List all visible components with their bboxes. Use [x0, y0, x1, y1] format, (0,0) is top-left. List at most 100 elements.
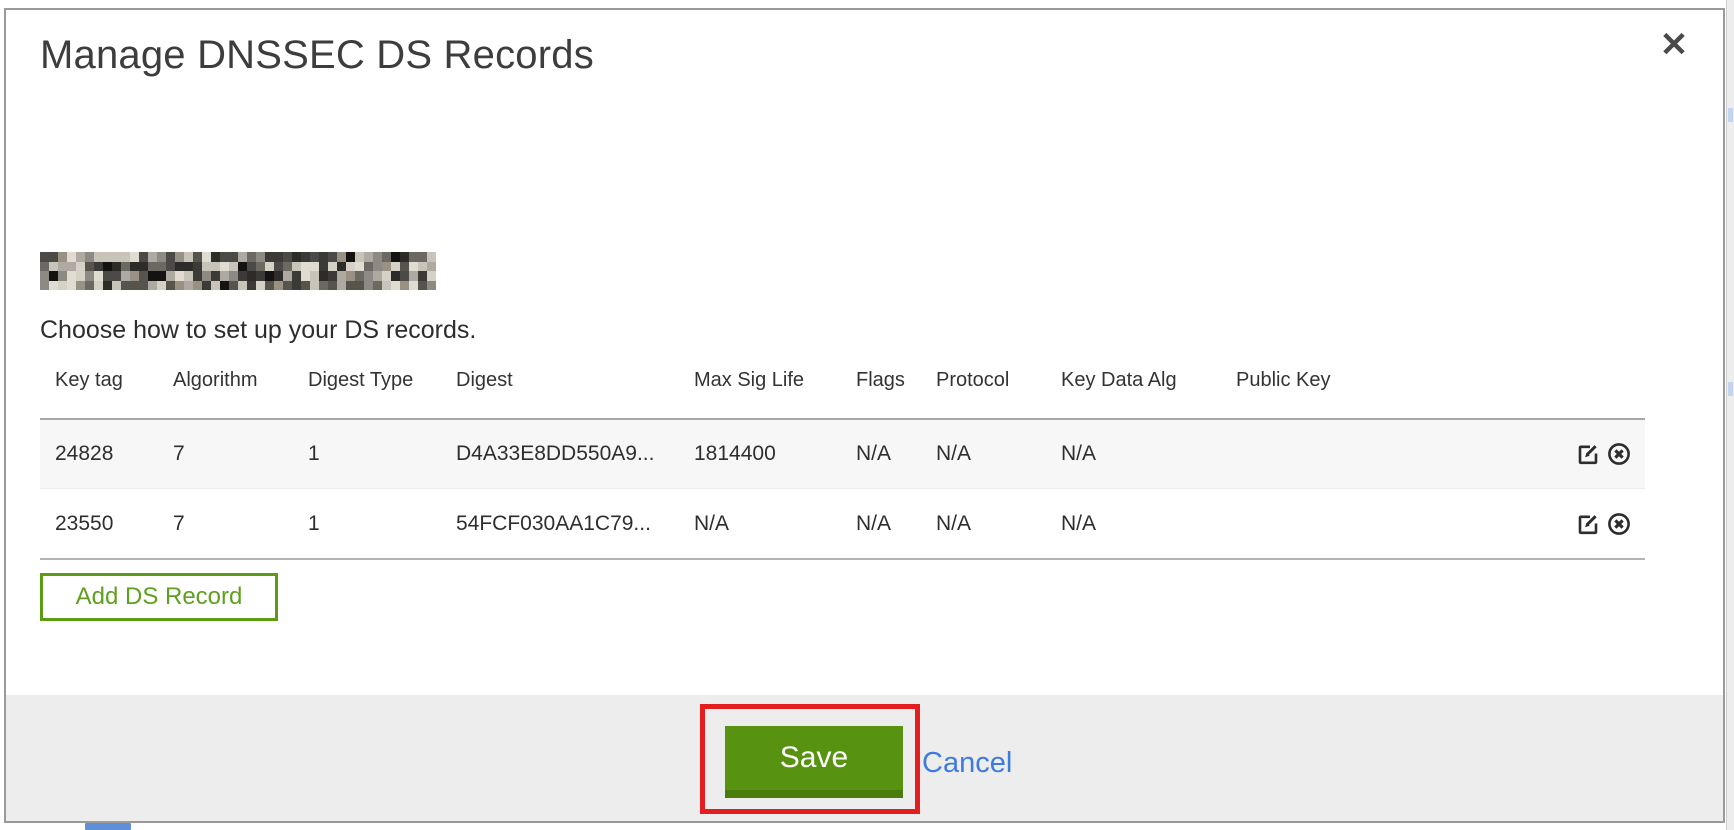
redacted-pixel [265, 262, 274, 272]
redacted-pixel [328, 252, 337, 262]
cancel-link[interactable]: Cancel [922, 747, 1012, 780]
redacted-pixel [67, 271, 76, 281]
redacted-pixel [103, 281, 112, 291]
cell-max-sig-life: 1814400 [679, 442, 841, 466]
redacted-pixel [94, 271, 103, 281]
redacted-pixel [121, 281, 130, 291]
redacted-pixel [166, 271, 175, 281]
table-body: 24828 7 1 D4A33E8DD550A9... 1814400 N/A … [40, 418, 1645, 560]
redacted-pixel [337, 281, 346, 291]
cell-algorithm: 7 [158, 512, 293, 536]
column-header: Max Sig Life [679, 366, 841, 418]
redacted-pixel [85, 252, 94, 262]
redacted-pixel [121, 271, 130, 281]
redacted-pixel [373, 281, 382, 291]
redacted-pixel [157, 262, 166, 272]
redacted-pixel [346, 281, 355, 291]
redacted-pixel [103, 262, 112, 272]
redacted-pixel [202, 271, 211, 281]
redacted-pixel [319, 262, 328, 272]
redacted-pixel [121, 262, 130, 272]
column-header: Flags [841, 366, 921, 418]
add-ds-record-button[interactable]: Add DS Record [40, 573, 278, 621]
redacted-pixel [274, 252, 283, 262]
redacted-pixel [373, 252, 382, 262]
redacted-pixel [418, 262, 427, 272]
underlying-page-sliver [1726, 0, 1734, 830]
redacted-pixel [184, 262, 193, 272]
column-header: Digest [441, 366, 679, 418]
redacted-pixel [220, 271, 229, 281]
redacted-pixel [301, 252, 310, 262]
redacted-pixel [148, 252, 157, 262]
redacted-pixel [166, 281, 175, 291]
redacted-pixel [157, 281, 166, 291]
redacted-pixel [85, 271, 94, 281]
redacted-pixel [391, 271, 400, 281]
redacted-pixel [283, 281, 292, 291]
redacted-pixel [67, 262, 76, 272]
redacted-pixel [292, 262, 301, 272]
redacted-pixel [76, 281, 85, 291]
redacted-pixel [139, 252, 148, 262]
redacted-pixel [139, 271, 148, 281]
edit-record-icon[interactable] [1574, 440, 1602, 468]
table-row: 24828 7 1 D4A33E8DD550A9... 1814400 N/A … [40, 418, 1645, 488]
redacted-pixel [148, 281, 157, 291]
redacted-pixel [337, 271, 346, 281]
redacted-pixel [94, 281, 103, 291]
redacted-pixel [112, 252, 121, 262]
table-row: 23550 7 1 54FCF030AA1C79... N/A N/A N/A … [40, 488, 1645, 558]
redacted-pixel [418, 281, 427, 291]
redacted-pixel [94, 252, 103, 262]
cell-digest: D4A33E8DD550A9... [441, 442, 679, 466]
close-icon[interactable]: ✕ [1650, 22, 1698, 68]
column-header: Key tag [40, 366, 158, 418]
redacted-pixel [139, 262, 148, 272]
row-actions [1411, 510, 1645, 538]
redacted-pixel [175, 252, 184, 262]
redacted-pixel [283, 262, 292, 272]
save-button[interactable]: Save [725, 726, 903, 798]
redacted-pixel [346, 271, 355, 281]
redacted-pixel [400, 271, 409, 281]
redacted-pixel [310, 271, 319, 281]
cell-flags: N/A [841, 512, 921, 536]
redacted-pixel [184, 271, 193, 281]
cell-flags: N/A [841, 442, 921, 466]
redacted-pixel [292, 271, 301, 281]
redacted-pixel [409, 271, 418, 281]
redacted-pixel [328, 281, 337, 291]
cell-key-tag: 24828 [40, 442, 158, 466]
redacted-pixel [301, 271, 310, 281]
redacted-pixel [301, 281, 310, 291]
edit-record-icon[interactable] [1574, 510, 1602, 538]
redacted-pixel [76, 271, 85, 281]
redacted-pixel [67, 252, 76, 262]
redacted-pixel [418, 252, 427, 262]
redacted-pixel [247, 271, 256, 281]
redacted-pixel [382, 252, 391, 262]
delete-record-icon[interactable] [1605, 440, 1633, 468]
redacted-pixel [157, 271, 166, 281]
redacted-pixel [382, 281, 391, 291]
redacted-pixel [256, 271, 265, 281]
redacted-pixel [238, 271, 247, 281]
redacted-pixel [40, 271, 49, 281]
redacted-pixel [238, 262, 247, 272]
redacted-pixel [76, 252, 85, 262]
cell-algorithm: 7 [158, 442, 293, 466]
delete-record-icon[interactable] [1605, 510, 1633, 538]
redacted-pixel [202, 281, 211, 291]
redacted-pixel [247, 262, 256, 272]
redacted-pixel [193, 262, 202, 272]
redacted-pixel [427, 271, 436, 281]
redacted-pixel [256, 252, 265, 262]
redacted-pixel [58, 281, 67, 291]
redacted-pixel [148, 271, 157, 281]
redacted-pixel [67, 281, 76, 291]
redacted-pixel [427, 262, 436, 272]
redacted-pixel [58, 252, 67, 262]
redacted-pixel [211, 262, 220, 272]
redacted-pixel [310, 262, 319, 272]
